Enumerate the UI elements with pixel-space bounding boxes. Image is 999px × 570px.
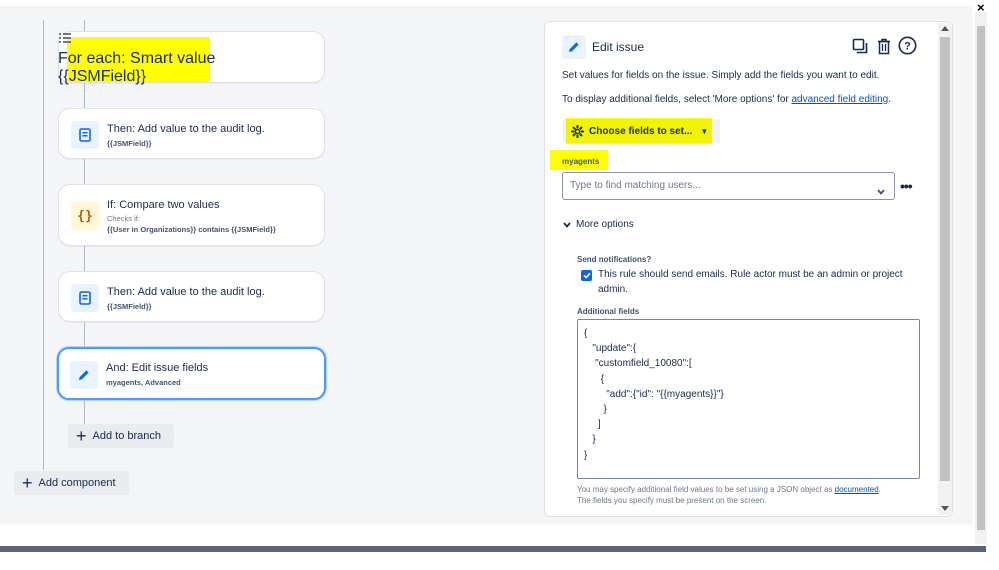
flow-connector-line: [84, 322, 85, 347]
add-component-label: Add component: [38, 477, 116, 489]
close-icon[interactable]: ×: [977, 0, 985, 15]
flow-card-condition[interactable]: {} If: Compare two values Checks if: {{U…: [58, 184, 325, 246]
add-to-branch-button[interactable]: + Add to branch: [68, 424, 174, 448]
more-options-toggle[interactable]: More options: [563, 219, 634, 230]
duplicate-icon[interactable]: [851, 37, 869, 55]
card-subtitle: {{JSMField}}: [58, 68, 147, 85]
pencil-icon: [70, 361, 98, 389]
choose-fields-label: Choose fields to set...: [589, 125, 693, 137]
chevron-down-icon: [877, 182, 885, 200]
more-actions-icon[interactable]: •••: [900, 178, 913, 194]
advanced-field-editing-link[interactable]: advanced field editing: [792, 94, 889, 105]
card-title: Then: Add value to the audit log.: [107, 286, 265, 298]
send-emails-checkbox[interactable]: [581, 270, 592, 281]
card-subtitle: myagents, Advanced: [106, 378, 181, 387]
user-picker-placeholder: Type to find matching users...: [570, 180, 701, 191]
braces-icon: {}: [71, 202, 99, 230]
documented-link[interactable]: documented: [835, 485, 879, 494]
card-title: For each: Smart value: [58, 50, 216, 67]
field-label: myagents: [562, 157, 600, 166]
flow-connector-line: [84, 246, 85, 271]
additional-fields-json-editor[interactable]: { "update":{ "customfield_10080":[ { "ad…: [577, 319, 920, 479]
send-emails-text: This rule should send emails. Rule actor…: [598, 269, 903, 280]
card-title: If: Compare two values: [107, 199, 220, 211]
flow-card-edit-issue[interactable]: And: Edit issue fields myagents, Advance…: [57, 347, 326, 400]
card-subtitle: {{JSMField}}: [107, 302, 152, 311]
panel-description-advanced: To display additional fields, select 'Mo…: [562, 94, 891, 105]
footer-text: You may specify additional field values …: [577, 485, 835, 494]
choose-fields-button[interactable]: Choose fields to set... ▼: [563, 119, 720, 143]
check-icon: [582, 272, 591, 279]
card-subtitle: {{JSMField}}: [107, 139, 152, 148]
gear-icon: [571, 124, 584, 138]
card-title: Then: Add value to the audit log.: [107, 123, 265, 135]
advanced-text-suffix: .: [888, 94, 892, 105]
flow-card-audit-log[interactable]: Then: Add value to the audit log. {{JSMF…: [58, 271, 325, 322]
audit-log-icon: [71, 284, 99, 312]
plus-icon: +: [22, 473, 33, 493]
card-title: And: Edit issue fields: [106, 362, 209, 374]
scroll-up-arrow-icon[interactable]: [941, 26, 949, 31]
taskbar-strip: [0, 546, 986, 552]
plus-icon: +: [76, 426, 87, 446]
audit-log-icon: [71, 121, 99, 149]
send-emails-text-cont: admin.: [598, 284, 629, 295]
panel-scrollbar-thumb[interactable]: [940, 37, 950, 481]
user-picker-field[interactable]: Type to find matching users...: [562, 172, 895, 200]
card-checks-label: Checks if:: [107, 214, 140, 223]
pencil-icon: [562, 35, 586, 59]
send-notifications-label: Send notifications?: [577, 255, 652, 264]
footer-text-suffix: .: [878, 485, 881, 494]
add-component-button[interactable]: + Add component: [14, 471, 129, 495]
flow-connector-line: [84, 83, 85, 108]
card-subtitle: {{User in Organizations}} contains {{JSM…: [107, 225, 276, 234]
more-options-label: More options: [576, 219, 634, 230]
list-icon: [58, 31, 325, 50]
chevron-down-icon: [563, 221, 571, 228]
svg-text:?: ?: [904, 41, 911, 53]
flow-card-audit-log[interactable]: Then: Add value to the audit log. {{JSMF…: [58, 108, 325, 159]
footer-help-text: You may specify additional field values …: [577, 485, 881, 494]
flow-connector-line: [43, 20, 44, 470]
trash-icon[interactable]: [875, 37, 893, 55]
flow-connector-line: [84, 159, 85, 184]
page-scrollbar[interactable]: [975, 12, 987, 544]
panel-scrollbar[interactable]: [938, 23, 952, 515]
add-to-branch-label: Add to branch: [92, 430, 162, 442]
footer-help-text-2: The fields you specify must be present o…: [577, 496, 767, 505]
flow-connector-line: [84, 400, 85, 424]
panel-title: Edit issue: [592, 40, 645, 54]
chevron-down-icon: ▼: [700, 126, 709, 136]
page-scrollbar-thumb[interactable]: [977, 26, 985, 530]
advanced-text: To display additional fields, select 'Mo…: [562, 94, 792, 105]
help-icon[interactable]: ?: [898, 36, 917, 55]
scroll-down-arrow-icon[interactable]: [941, 506, 949, 511]
additional-fields-label: Additional fields: [577, 307, 640, 316]
panel-description: Set values for fields on the issue. Simp…: [562, 70, 880, 81]
